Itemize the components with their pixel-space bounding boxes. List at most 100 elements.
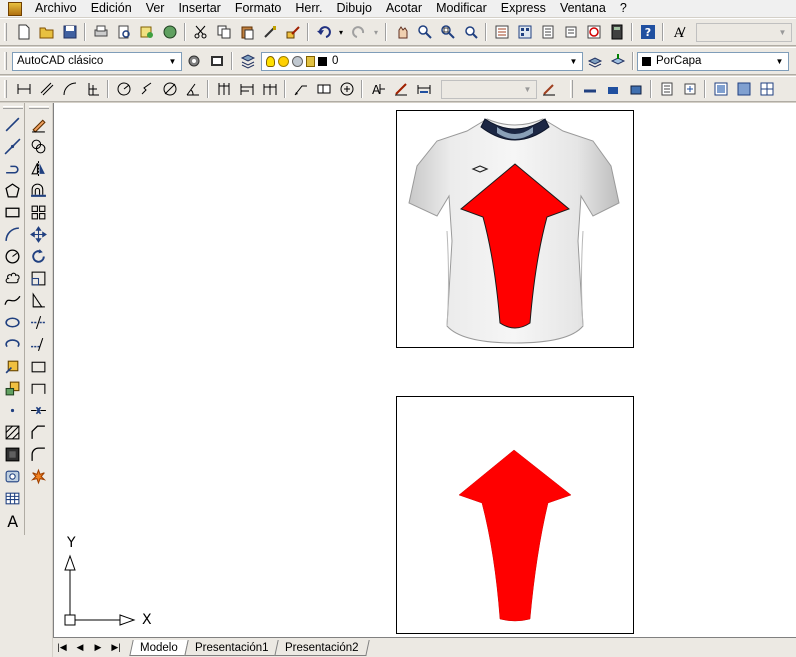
toolbar-grip[interactable]	[4, 52, 7, 70]
menu-insertar[interactable]: Insertar	[171, 0, 227, 17]
publish-icon[interactable]	[137, 23, 156, 42]
workspace-settings-icon[interactable]	[184, 52, 203, 71]
viewport-3-icon[interactable]	[757, 80, 776, 99]
area-icon[interactable]	[603, 80, 622, 99]
workspace-combo[interactable]: AutoCAD clásico ▼	[12, 51, 182, 71]
center-mark-icon[interactable]	[337, 80, 356, 99]
scale-icon[interactable]	[27, 267, 49, 289]
tab-layout1[interactable]: Presentación1	[184, 639, 279, 656]
continue-dim-icon[interactable]	[260, 80, 279, 99]
move-icon[interactable]	[27, 223, 49, 245]
point-icon[interactable]	[1, 399, 23, 421]
table-icon[interactable]	[1, 487, 23, 509]
gradient-icon[interactable]	[1, 443, 23, 465]
zoom-window-icon[interactable]	[438, 23, 457, 42]
fillet-icon[interactable]	[27, 443, 49, 465]
rotate-icon[interactable]	[27, 245, 49, 267]
toolbar-grip[interactable]	[570, 80, 573, 98]
make-layer-current-icon[interactable]	[585, 52, 604, 71]
help-icon[interactable]: ?	[638, 23, 657, 42]
tolerance-icon[interactable]	[314, 80, 333, 99]
ellipse-icon[interactable]	[1, 311, 23, 333]
undo-dropdown-icon[interactable]: ▾	[337, 23, 345, 42]
properties-icon[interactable]	[492, 23, 511, 42]
drawing-canvas[interactable]: Y X	[53, 103, 796, 637]
markup-icon[interactable]	[584, 23, 603, 42]
layer-properties-icon[interactable]	[238, 52, 257, 71]
dim-style-combo[interactable]: ▼	[441, 79, 537, 99]
shirt-image-frame[interactable]	[396, 110, 634, 348]
text-style-icon[interactable]: A	[669, 23, 688, 42]
tab-model[interactable]: Modelo	[129, 639, 189, 656]
jogged-dim-icon[interactable]	[137, 80, 156, 99]
paste-icon[interactable]	[237, 23, 256, 42]
ellipse-arc-icon[interactable]	[1, 333, 23, 355]
locate-point-icon[interactable]	[680, 80, 699, 99]
spline-icon[interactable]	[1, 289, 23, 311]
mirror-icon[interactable]	[27, 157, 49, 179]
quick-leader-icon[interactable]	[291, 80, 310, 99]
menu-help[interactable]: ?	[613, 0, 634, 17]
viewport-2-icon[interactable]	[734, 80, 753, 99]
quick-dim-icon[interactable]	[214, 80, 233, 99]
rectangle-icon[interactable]	[1, 201, 23, 223]
menu-archivo[interactable]: Archivo	[28, 0, 84, 17]
menu-modificar[interactable]: Modificar	[429, 0, 494, 17]
baseline-dim-icon[interactable]	[237, 80, 256, 99]
last-tab-icon[interactable]: ▶|	[107, 640, 125, 656]
angular-dim-icon[interactable]	[183, 80, 202, 99]
offset-icon[interactable]	[27, 179, 49, 201]
menu-acotar[interactable]: Acotar	[379, 0, 429, 17]
hatch-icon[interactable]	[1, 421, 23, 443]
extend-icon[interactable]	[27, 333, 49, 355]
insert-block-icon[interactable]	[1, 355, 23, 377]
undo-icon[interactable]	[314, 23, 333, 42]
match-properties-icon[interactable]	[260, 23, 279, 42]
first-tab-icon[interactable]: |◀	[53, 640, 71, 656]
list-icon[interactable]	[657, 80, 676, 99]
break-icon[interactable]	[27, 377, 49, 399]
new-file-icon[interactable]	[14, 23, 33, 42]
autocad-app-icon[interactable]	[8, 1, 22, 16]
layer-previous-icon[interactable]	[608, 52, 627, 71]
tab-layout2[interactable]: Presentación2	[274, 639, 370, 656]
join-icon[interactable]	[27, 399, 49, 421]
copy-object-icon[interactable]	[27, 135, 49, 157]
polygon-icon[interactable]	[1, 179, 23, 201]
red-shape-image-frame[interactable]	[396, 396, 634, 634]
print-icon[interactable]	[91, 23, 110, 42]
viewport-1-icon[interactable]	[711, 80, 730, 99]
multiline-text-icon[interactable]: A	[1, 509, 23, 531]
arc-length-icon[interactable]	[60, 80, 79, 99]
menu-herr[interactable]: Herr.	[288, 0, 329, 17]
print-preview-icon[interactable]	[114, 23, 133, 42]
radius-dim-icon[interactable]	[114, 80, 133, 99]
3d-dwf-icon[interactable]	[160, 23, 179, 42]
linear-dim-icon[interactable]	[14, 80, 33, 99]
ordinate-dim-icon[interactable]	[83, 80, 102, 99]
break-at-point-icon[interactable]	[27, 355, 49, 377]
sheet-set-icon[interactable]	[561, 23, 580, 42]
next-tab-icon[interactable]: ▶	[89, 640, 107, 656]
open-file-icon[interactable]	[37, 23, 56, 42]
block-editor-icon[interactable]	[283, 23, 302, 42]
color-combo[interactable]: PorCapa ▼	[637, 51, 789, 71]
cut-icon[interactable]	[191, 23, 210, 42]
copy-icon[interactable]	[214, 23, 233, 42]
zoom-previous-icon[interactable]	[461, 23, 480, 42]
redo-dropdown-icon[interactable]: ▾	[372, 23, 380, 42]
stretch-icon[interactable]	[27, 289, 49, 311]
menu-express[interactable]: Express	[494, 0, 553, 17]
arc-icon[interactable]	[1, 223, 23, 245]
polyline-icon[interactable]	[1, 157, 23, 179]
make-block-icon[interactable]	[1, 377, 23, 399]
dim-update-icon[interactable]	[414, 80, 433, 99]
revision-cloud-icon[interactable]	[1, 267, 23, 289]
prev-tab-icon[interactable]: ◀	[71, 640, 89, 656]
distance-icon[interactable]	[580, 80, 599, 99]
toolbar-grip[interactable]	[4, 23, 7, 41]
line-icon[interactable]	[1, 113, 23, 135]
layer-combo[interactable]: 0 ▼	[261, 51, 583, 71]
workspace-save-icon[interactable]	[207, 52, 226, 71]
save-icon[interactable]	[60, 23, 79, 42]
